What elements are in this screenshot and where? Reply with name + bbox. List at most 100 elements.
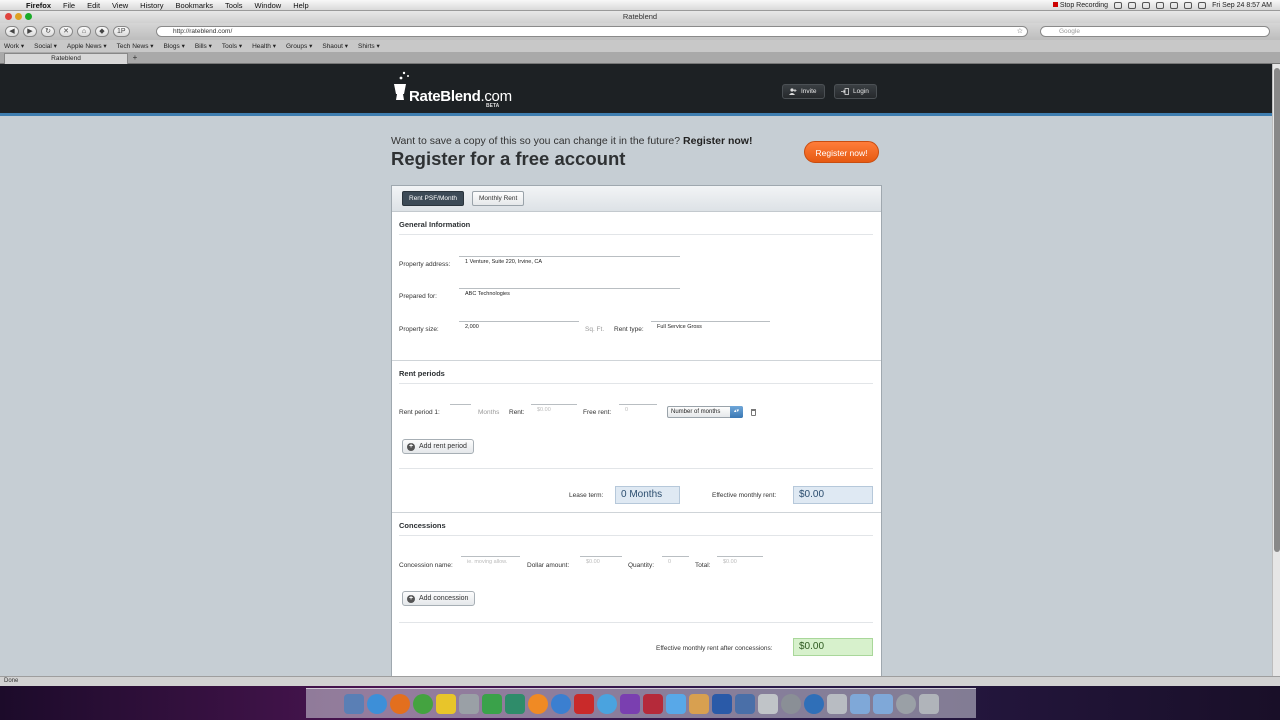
add-concession-button[interactable]: + Add concession [402,591,476,606]
address-bar[interactable]: http://rateblend.com/ ☆ [156,26,1028,37]
app-icon[interactable] [665,693,686,714]
stop-recording-item[interactable]: Stop Recording [1052,1,1108,9]
app-icon[interactable] [619,693,640,714]
prepared-for-input[interactable]: ABC Technologies [459,288,680,300]
property-size-input[interactable]: 2,000 [459,321,579,333]
menu-view[interactable]: View [106,1,134,10]
tab-monthly-rent[interactable]: Monthly Rent [472,191,525,206]
tab-rent-psf-month[interactable]: Rent PSF/Month [402,191,465,206]
bookmark-groups[interactable]: Groups ▾ [286,42,312,50]
free-rent-input[interactable]: 0 [619,404,657,416]
page-scrollbar[interactable] [1272,64,1280,676]
property-address-input[interactable]: 1 Venture, Suite 220, Irvine, CA [459,256,680,268]
itunes-icon[interactable] [550,693,571,714]
bookmark-tech-news[interactable]: Tech News ▾ [117,42,154,50]
safari-icon[interactable] [366,693,387,714]
invite-button[interactable]: Invite [782,84,825,99]
new-tab-button[interactable]: + [130,53,140,63]
menu-extras: Stop Recording Fri Sep 24 8:57 AM [1052,1,1280,9]
search-input[interactable]: Google [1040,26,1270,37]
rent-type-input[interactable]: Full Service Gross [651,321,770,333]
bookmark-apple-news[interactable]: Apple News ▾ [67,42,107,50]
concession-name-input[interactable]: ie. moving allow. [461,556,520,568]
stop-button[interactable]: ✕ [59,26,73,37]
app-icon[interactable] [481,693,502,714]
promo-question-cta[interactable]: Register now! [683,135,752,147]
app-icon[interactable] [688,693,709,714]
finder-icon[interactable] [343,693,364,714]
bookmark-work[interactable]: Work ▾ [4,42,24,50]
home-icon: ⌂ [81,28,87,35]
app-icon[interactable] [780,693,801,714]
menu-window[interactable]: Window [249,1,288,10]
add-rent-period-button[interactable]: + Add rent period [402,439,474,454]
home-button[interactable]: ⌂ [77,26,91,37]
app-icon[interactable] [895,693,916,714]
trash-icon[interactable] [918,693,939,714]
bookmark-tools[interactable]: Tools ▾ [222,42,242,50]
rent-period-months-input[interactable] [450,404,471,416]
login-button[interactable]: Login [834,84,877,99]
back-button[interactable]: ◀ [5,26,19,37]
site-logo[interactable]: RateBlend.com BETA [391,70,512,110]
menu-app[interactable]: Firefox [20,1,57,10]
menu-help[interactable]: Help [287,1,314,10]
chat-icon[interactable] [596,693,617,714]
bookmark-blogs[interactable]: Blogs ▾ [164,42,185,50]
total-input[interactable]: $0.00 [717,556,763,568]
tray-icon[interactable] [1114,1,1123,9]
app-icon[interactable] [642,693,663,714]
firefox-icon[interactable] [389,693,410,714]
dock [306,688,976,718]
tray-icon[interactable] [1142,1,1151,9]
app-icon[interactable] [757,693,778,714]
close-window-button[interactable] [5,13,12,20]
menu-edit[interactable]: Edit [81,1,106,10]
menu-clock[interactable]: Fri Sep 24 8:57 AM [1212,2,1272,9]
tray-icon[interactable] [1128,1,1137,9]
menu-file[interactable]: File [57,1,81,10]
menu-history[interactable]: History [134,1,169,10]
bookmark-social[interactable]: Social ▾ [34,42,57,50]
dollar-amount-input[interactable]: $0.00 [580,556,622,568]
bookmark-health[interactable]: Health ▾ [252,42,276,50]
volume-icon[interactable] [1184,1,1193,9]
bookmark-shaout[interactable]: Shaout ▾ [322,42,348,50]
app-icon[interactable] [803,693,824,714]
tab-strip: Rateblend + [0,52,1280,64]
chrome-icon[interactable] [412,693,433,714]
reload-button[interactable]: ↻ [41,26,55,37]
quantity-input[interactable]: 0 [662,556,689,568]
onepassword-button[interactable]: 1P [113,26,130,37]
star-icon[interactable]: ☆ [1017,27,1023,36]
app-icon[interactable] [734,693,755,714]
back-icon: ◀ [9,28,15,35]
zoom-window-button[interactable] [25,13,32,20]
tab-rateblend[interactable]: Rateblend [4,53,128,64]
bookmark-bills[interactable]: Bills ▾ [195,42,212,50]
rent-after-concessions-value: $0.00 [793,638,873,656]
app-icon[interactable] [573,693,594,714]
tray-icon[interactable] [1156,1,1165,9]
bookmark-add-button[interactable]: ◆ [95,26,109,37]
wifi-icon[interactable] [1170,1,1179,9]
register-now-button[interactable]: Register now! [804,141,879,163]
folder-icon[interactable] [849,693,870,714]
battery-icon[interactable] [1198,1,1207,9]
app-icon[interactable] [527,693,548,714]
app-icon[interactable] [458,693,479,714]
menu-tools[interactable]: Tools [219,1,249,10]
free-rent-unit-select[interactable]: Number of months ▴▾ [667,406,743,418]
word-icon[interactable] [711,693,732,714]
trash-icon[interactable] [751,409,756,416]
rent-input[interactable]: $0.00 [531,404,577,416]
minimize-window-button[interactable] [15,13,22,20]
app-icon[interactable] [504,693,525,714]
forward-button[interactable]: ▶ [23,26,37,37]
app-icon[interactable] [826,693,847,714]
menu-bookmarks[interactable]: Bookmarks [170,1,220,10]
bookmark-shirts[interactable]: Shirts ▾ [358,42,380,50]
mail-icon[interactable] [435,693,456,714]
folder-icon[interactable] [872,693,893,714]
scrollbar-thumb[interactable] [1274,68,1280,552]
